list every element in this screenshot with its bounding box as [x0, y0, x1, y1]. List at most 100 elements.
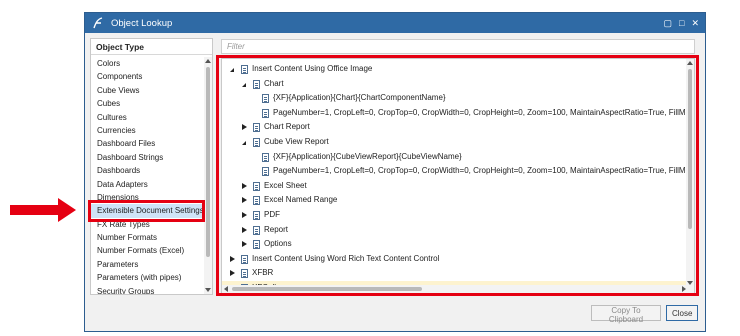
document-icon — [253, 137, 260, 147]
expand-arrow-icon[interactable] — [242, 82, 246, 87]
object-type-item[interactable]: Extensible Document Settings — [91, 204, 206, 218]
tree-node-label: Cube View Report — [264, 136, 329, 146]
document-icon — [253, 240, 260, 250]
object-type-item[interactable]: Dashboards — [91, 164, 206, 177]
document-icon — [253, 196, 260, 206]
tree-node[interactable]: {XF}{Application}{CubeViewReport}{CubeVi… — [222, 150, 688, 165]
document-icon — [241, 254, 248, 264]
tree-node-label: Insert Content Using Word Rich Text Cont… — [252, 253, 440, 263]
tree-node-label: {XF}{Application}{CubeViewReport}{CubeVi… — [273, 151, 462, 161]
tree-node[interactable]: PageNumber=1, CropLeft=0, CropTop=0, Cro… — [222, 164, 694, 179]
app-logo-icon — [93, 17, 103, 29]
tree-horizontal-scrollbar[interactable] — [222, 285, 694, 293]
tree-node[interactable]: Chart — [222, 77, 688, 92]
tree-node-label: PDF — [264, 209, 280, 219]
tree-node-label: Options — [264, 239, 292, 249]
document-icon — [253, 225, 260, 235]
object-type-item[interactable]: Parameters — [91, 258, 206, 271]
tree-node-label: Excel Named Range — [264, 195, 338, 205]
tree-node[interactable]: XFBR — [222, 266, 688, 281]
scroll-right-icon[interactable] — [682, 286, 686, 292]
scroll-up-icon[interactable] — [205, 59, 211, 63]
object-tree: Insert Content Using Office Image Chart {X… — [222, 62, 694, 293]
tree-node[interactable]: Report — [222, 223, 688, 238]
object-type-item[interactable]: Currencies — [91, 124, 206, 137]
object-type-item[interactable]: Security Groups — [91, 285, 206, 294]
object-type-item[interactable]: Colors — [91, 57, 206, 70]
collapse-arrow-icon[interactable] — [242, 197, 247, 204]
close-icon[interactable]: ✕ — [691, 18, 699, 28]
object-type-scrollbar[interactable] — [204, 57, 212, 294]
copy-to-clipboard-button[interactable]: Copy To Clipboard — [591, 305, 661, 324]
collapse-arrow-icon[interactable] — [230, 270, 235, 277]
object-type-item[interactable]: Dashboard Strings — [91, 151, 206, 164]
document-icon — [262, 94, 269, 104]
document-icon — [253, 181, 260, 191]
tree-node-label: PageNumber=1, CropLeft=0, CropTop=0, Cro… — [273, 107, 695, 117]
tree-node-label: Insert Content Using Office Image — [252, 64, 373, 73]
object-type-item[interactable]: Number Formats — [91, 231, 206, 244]
tree-node-label: XFBR — [252, 268, 274, 278]
object-type-panel: Object Type Colors Components Cube Views Cu… — [90, 38, 213, 295]
tree-node-label: Chart Report — [264, 122, 310, 132]
tree-node-label: Chart — [264, 78, 284, 88]
maximize-icon[interactable]: □ — [679, 18, 684, 28]
object-type-list: Colors Components Cube Views Cubes Cultures C… — [91, 57, 206, 294]
document-icon — [241, 269, 248, 279]
tree-node-label: {XF}{Application}{Chart}{ChartComponentN… — [273, 93, 446, 103]
collapse-arrow-icon[interactable] — [242, 211, 247, 218]
object-type-header: Object Type — [91, 39, 212, 55]
object-type-item[interactable]: Parameters (with pipes) — [91, 271, 206, 284]
expand-arrow-icon[interactable] — [242, 140, 246, 145]
document-icon — [262, 108, 269, 118]
object-tree-panel: Insert Content Using Office Image Chart {X… — [221, 58, 695, 294]
tree-node[interactable]: Insert Content Using Office Image — [222, 62, 688, 77]
object-type-item[interactable]: Components — [91, 70, 206, 83]
collapse-arrow-icon[interactable] — [242, 182, 247, 189]
title-bar: Object Lookup ▢ □ ✕ — [85, 13, 705, 33]
tree-node[interactable]: Options — [222, 237, 688, 252]
red-arrow-annotation — [10, 198, 76, 222]
tree-vertical-scrollbar[interactable] — [686, 59, 694, 287]
collapse-arrow-icon[interactable] — [242, 226, 247, 233]
tree-node[interactable]: Excel Named Range — [222, 193, 688, 208]
collapse-arrow-icon[interactable] — [230, 255, 235, 262]
document-icon — [253, 123, 260, 133]
expand-arrow-icon[interactable] — [230, 68, 234, 72]
object-lookup-dialog: Object Lookup ▢ □ ✕ Object Type Colors Co… — [84, 12, 706, 332]
scrollbar-thumb[interactable] — [232, 287, 422, 291]
collapse-arrow-icon[interactable] — [242, 241, 247, 248]
tree-node[interactable]: Excel Sheet — [222, 179, 688, 194]
object-type-item[interactable]: Cultures — [91, 111, 206, 124]
scroll-down-icon[interactable] — [205, 288, 211, 292]
object-type-item[interactable]: Number Formats (Excel) — [91, 244, 206, 257]
object-type-item[interactable]: Data Adapters — [91, 178, 206, 191]
collapse-arrow-icon[interactable] — [242, 124, 247, 131]
object-type-item[interactable]: FX Rate Types — [91, 218, 206, 231]
document-icon — [241, 65, 248, 74]
tree-node[interactable]: Insert Content Using Word Rich Text Cont… — [222, 252, 688, 267]
tree-node[interactable]: {XF}{Application}{Chart}{ChartComponentN… — [222, 91, 688, 106]
tree-node[interactable]: PDF — [222, 208, 688, 223]
tree-node-label: Report — [264, 224, 289, 234]
scrollbar-thumb[interactable] — [206, 67, 210, 257]
window-title: Object Lookup — [111, 17, 173, 29]
object-type-item[interactable]: Dimensions — [91, 191, 206, 204]
scroll-left-icon[interactable] — [224, 286, 228, 292]
object-type-item[interactable]: Cubes — [91, 97, 206, 110]
tree-node-label: PageNumber=1, CropLeft=0, CropTop=0, Cro… — [273, 166, 695, 176]
object-type-item[interactable]: Dashboard Files — [91, 137, 206, 150]
restore-icon[interactable]: ▢ — [664, 18, 673, 28]
filter-input[interactable] — [221, 39, 695, 54]
tree-node[interactable]: PageNumber=1, CropLeft=0, CropTop=0, Cro… — [222, 106, 694, 121]
close-button[interactable]: Close — [666, 305, 698, 321]
document-icon — [262, 167, 269, 177]
tree-node[interactable]: Cube View Report — [222, 135, 688, 150]
object-type-item[interactable]: Cube Views — [91, 84, 206, 97]
document-icon — [262, 152, 269, 162]
document-icon — [253, 79, 260, 89]
tree-node[interactable]: Chart Report — [222, 120, 688, 135]
scrollbar-thumb[interactable] — [688, 69, 692, 229]
scroll-up-icon[interactable] — [687, 61, 693, 65]
document-icon — [253, 210, 260, 220]
